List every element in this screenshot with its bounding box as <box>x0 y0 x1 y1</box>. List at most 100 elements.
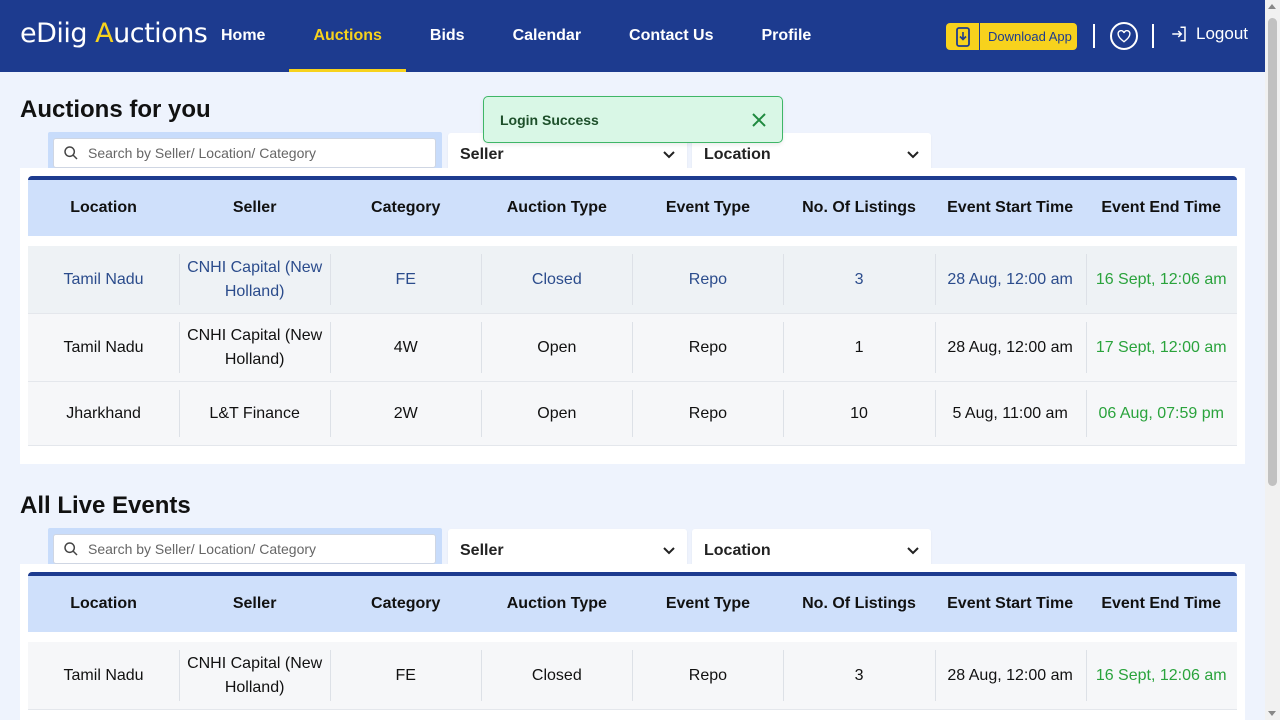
column-header[interactable]: Event End Time <box>1086 576 1237 632</box>
chevron-down-icon <box>663 547 675 555</box>
login-success-toast: Login Success <box>483 96 783 143</box>
cell-start-time: 28 Aug, 12:00 am <box>934 246 1086 313</box>
wishlist-button[interactable] <box>1110 22 1138 50</box>
cell-auction-type: Closed <box>481 246 632 313</box>
column-header[interactable]: Auction Type <box>481 576 632 632</box>
cell-event-type: Repo <box>632 642 783 709</box>
logout-label: Logout <box>1196 24 1248 43</box>
download-app-label: Download App <box>988 29 1072 44</box>
cell-auction-type: Open <box>481 382 632 445</box>
column-header[interactable]: Seller <box>179 576 330 632</box>
search-icon <box>54 541 88 557</box>
live-events-table-card: Location Seller Category Auction Type Ev… <box>20 564 1245 720</box>
logo[interactable]: eDiig Auctions <box>20 18 208 49</box>
cell-seller: CNHI Capital (New Holland) <box>179 246 330 313</box>
cell-event-type: Repo <box>632 382 783 445</box>
live-events-table: Location Seller Category Auction Type Ev… <box>28 572 1237 710</box>
location-dropdown-label: Location <box>704 146 771 163</box>
scroll-down-icon[interactable] <box>1268 711 1276 716</box>
table-header: Location Seller Category Auction Type Ev… <box>28 576 1237 632</box>
toast-message: Login Success <box>500 111 599 128</box>
cell-category: FE <box>330 246 481 313</box>
table-row[interactable]: Tamil Nadu CNHI Capital (New Holland) 4W… <box>28 314 1237 382</box>
cell-end-time: 16 Sept, 12:06 am <box>1085 642 1237 709</box>
column-header[interactable]: Event Type <box>632 576 783 632</box>
cell-listings: 3 <box>783 642 934 709</box>
auctions-table: Location Seller Category Auction Type Ev… <box>28 176 1237 446</box>
cell-listings: 10 <box>783 382 934 445</box>
cell-location: Tamil Nadu <box>63 666 144 684</box>
location-dropdown-label: Location <box>704 542 771 559</box>
cell-end-time: 16 Sept, 12:06 am <box>1085 246 1237 313</box>
column-header[interactable]: Event End Time <box>1086 180 1237 236</box>
scrollbar-thumb[interactable] <box>1268 18 1277 486</box>
column-header[interactable]: Category <box>330 576 481 632</box>
table-header: Location Seller Category Auction Type Ev… <box>28 180 1237 236</box>
search-input[interactable] <box>88 145 418 161</box>
column-header[interactable]: Auction Type <box>481 180 632 236</box>
column-header[interactable]: Event Start Time <box>935 180 1086 236</box>
nav-profile[interactable]: Profile <box>738 0 836 72</box>
column-header[interactable]: No. Of Listings <box>783 576 934 632</box>
search-icon <box>54 145 88 161</box>
cell-listings: 1 <box>783 314 934 381</box>
header-divider <box>1093 24 1095 48</box>
cell-start-time: 28 Aug, 12:00 am <box>934 642 1086 709</box>
logout-icon <box>1172 26 1186 42</box>
heart-icon <box>1117 29 1131 43</box>
column-header[interactable]: Event Type <box>632 180 783 236</box>
cell-location: Tamil Nadu <box>63 270 144 288</box>
cell-category: 2W <box>330 382 481 445</box>
column-header[interactable]: Category <box>330 180 481 236</box>
cell-category: 4W <box>330 314 481 381</box>
nav-home[interactable]: Home <box>197 0 289 72</box>
download-app-button[interactable]: Download App <box>946 23 1077 50</box>
cell-seller: CNHI Capital (New Holland) <box>179 314 330 381</box>
logout-button[interactable]: Logout <box>1170 24 1248 44</box>
column-header[interactable]: No. Of Listings <box>783 180 934 236</box>
auctions-table-card: Location Seller Category Auction Type Ev… <box>20 168 1245 464</box>
cell-category: FE <box>330 642 481 709</box>
table-row[interactable]: Tamil Nadu CNHI Capital (New Holland) FE… <box>28 642 1237 710</box>
search-input[interactable] <box>88 541 418 557</box>
cell-location: Tamil Nadu <box>63 338 144 356</box>
search-box <box>53 138 436 168</box>
nav-contact-us[interactable]: Contact Us <box>605 0 737 72</box>
cell-end-time: 06 Aug, 07:59 pm <box>1085 382 1237 445</box>
cell-seller: CNHI Capital (New Holland) <box>179 642 330 709</box>
nav-bids[interactable]: Bids <box>406 0 489 72</box>
close-icon[interactable] <box>752 112 766 127</box>
chevron-down-icon <box>663 151 675 159</box>
nav-calendar[interactable]: Calendar <box>489 0 605 72</box>
table-row[interactable]: Jharkhand L&T Finance 2W Open Repo 10 5 … <box>28 382 1237 446</box>
cell-seller: L&T Finance <box>179 382 330 445</box>
scroll-up-icon[interactable] <box>1268 4 1276 9</box>
chevron-down-icon <box>907 151 919 159</box>
main-nav: Home Auctions Bids Calendar Contact Us P… <box>197 0 835 72</box>
cell-event-type: Repo <box>632 246 783 313</box>
column-header[interactable]: Seller <box>179 180 330 236</box>
cell-end-time: 17 Sept, 12:00 am <box>1085 314 1237 381</box>
seller-dropdown-label: Seller <box>460 542 504 559</box>
cell-start-time: 5 Aug, 11:00 am <box>934 382 1086 445</box>
section-title-auctions-for-you: Auctions for you <box>20 96 211 123</box>
page-scrollbar[interactable] <box>1265 0 1280 720</box>
phone-download-icon <box>946 23 980 50</box>
cell-auction-type: Open <box>481 314 632 381</box>
cell-listings: 3 <box>783 246 934 313</box>
cell-auction-type: Closed <box>481 642 632 709</box>
column-header[interactable]: Location <box>28 180 179 236</box>
table-row[interactable]: Tamil Nadu CNHI Capital (New Holland) FE… <box>28 246 1237 314</box>
chevron-down-icon <box>907 547 919 555</box>
cell-start-time: 28 Aug, 12:00 am <box>934 314 1086 381</box>
top-navbar: eDiig Auctions Home Auctions Bids Calend… <box>0 0 1265 72</box>
column-header[interactable]: Location <box>28 576 179 632</box>
nav-auctions[interactable]: Auctions <box>289 0 407 72</box>
header-divider <box>1152 24 1154 48</box>
cell-event-type: Repo <box>632 314 783 381</box>
cell-location: Jharkhand <box>66 404 141 422</box>
column-header[interactable]: Event Start Time <box>935 576 1086 632</box>
search-box <box>53 534 436 564</box>
seller-dropdown-label: Seller <box>460 146 504 163</box>
section-title-all-live-events: All Live Events <box>20 492 191 519</box>
